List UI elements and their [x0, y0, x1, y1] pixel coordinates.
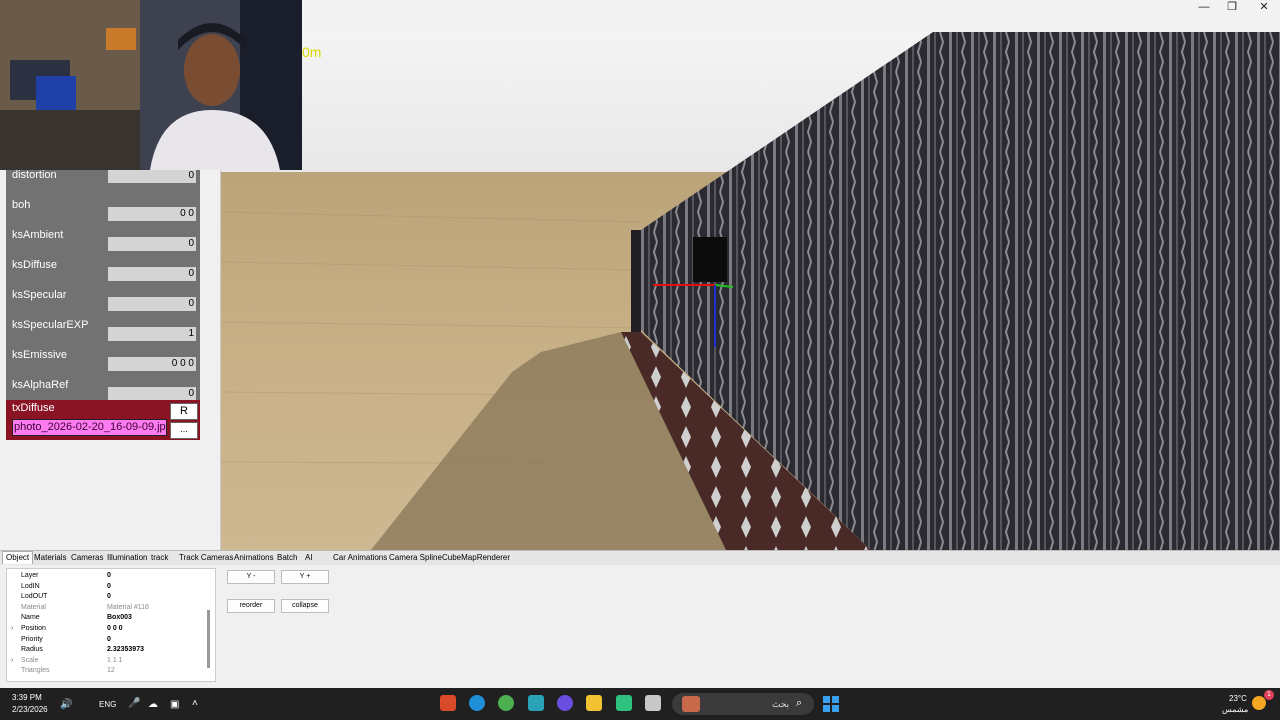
app-icon[interactable] [616, 695, 632, 711]
material-properties: distortion 0 boh 0 0 ksAmbient 0 ksDiffu… [6, 168, 200, 404]
close-button[interactable]: ✕ [1248, 0, 1280, 14]
prop-label: ksSpecular [12, 289, 67, 301]
speaker-icon[interactable]: 🔊 [60, 699, 72, 710]
tab-object[interactable]: Object [2, 551, 34, 564]
prop-label: ksEmissive [12, 349, 68, 361]
notification-badge: 1 [1264, 690, 1274, 700]
windows-start-icon[interactable] [823, 696, 839, 712]
prop-row: distortion 0 [6, 168, 200, 198]
y-plus-button[interactable]: Y + [281, 570, 329, 584]
prop-label: boh [12, 199, 31, 211]
grid-row[interactable]: LodIN 0 [7, 582, 207, 593]
search-icon: ⌕ [796, 697, 803, 709]
tab-animations[interactable]: Animations [234, 552, 274, 564]
prop-value-field[interactable]: 0 [108, 267, 196, 281]
y-minus-button[interactable]: Y - [227, 570, 275, 584]
tab-bar: Object Materials Cameras Illumination tr… [0, 550, 1280, 566]
object-property-grid: Layer 0 LodIN 0 LodOUT 0 Material Materi… [6, 568, 216, 682]
reset-texture-button[interactable]: R [170, 403, 198, 420]
prop-value-field[interactable]: 0 [108, 169, 196, 183]
grid-scrollbar[interactable] [207, 610, 210, 668]
prop-row: ksEmissive 0 0 0 [6, 348, 200, 378]
clock-date[interactable]: 2/23/2026 [12, 705, 48, 714]
weather-desc[interactable]: مشمس [1222, 705, 1248, 714]
grid-row[interactable]: › Position 0 0 0 [7, 624, 207, 635]
prop-row: ksSpecularEXP 1 [6, 318, 200, 348]
grid-row[interactable]: LodOUT 0 [7, 592, 207, 603]
texture-label: txDiffuse [12, 402, 55, 414]
tray-app-icon[interactable]: ▣ [170, 699, 179, 710]
prop-row: boh 0 0 [6, 198, 200, 228]
tab-illumination[interactable]: Illumination [107, 552, 147, 564]
prop-label: ksSpecularEXP [12, 319, 89, 331]
microphone-icon[interactable]: 🎤 [128, 698, 140, 709]
webcam-overlay [0, 0, 302, 170]
collapse-button[interactable]: collapse [281, 599, 329, 613]
grid-row[interactable]: › Scale 1 1 1 [7, 656, 207, 667]
grid-row[interactable]: Material Material #116 [7, 603, 207, 614]
app-icon[interactable] [528, 695, 544, 711]
maximize-button[interactable]: ❐ [1216, 0, 1248, 14]
prop-value-field[interactable]: 0 0 [108, 207, 196, 221]
grid-row[interactable]: Triangles 12 [7, 666, 207, 677]
search-placeholder: بحث [772, 699, 790, 709]
browse-texture-button[interactable]: ... [170, 422, 198, 439]
app-icon[interactable] [440, 695, 456, 711]
taskbar: 3:39 PM 2/23/2026 🔊 ENG 🎤 ☁ ▣ ˄ بحث ⌕ 23… [0, 688, 1280, 720]
prop-label: distortion [12, 169, 57, 181]
search-box[interactable]: بحث ⌕ [672, 693, 814, 715]
edge-icon[interactable] [469, 695, 485, 711]
tab-camera-spline[interactable]: Camera Spline [389, 552, 442, 564]
weather-sun-icon[interactable] [1252, 696, 1266, 710]
prop-value-field[interactable]: 1 [108, 327, 196, 341]
clock-time[interactable]: 3:39 PM [12, 693, 42, 702]
tab-batch[interactable]: Batch [277, 552, 297, 564]
prop-value-field[interactable]: 0 0 0 [108, 357, 196, 371]
prop-value-field[interactable]: 0 [108, 237, 196, 251]
prop-row: ksAmbient 0 [6, 228, 200, 258]
tab-track[interactable]: track [151, 552, 168, 564]
weather-temp[interactable]: 23°C [1229, 694, 1247, 703]
grid-row[interactable]: Layer 0 [7, 571, 207, 582]
prop-row: ksSpecular 0 [6, 288, 200, 318]
texture-slot: txDiffuse R photo_2026-02-20_16-09-09.jp… [6, 400, 200, 440]
tab-ai[interactable]: AI [305, 552, 313, 564]
scene-render [221, 32, 1280, 550]
tab-track-cameras[interactable]: Track Cameras [179, 552, 233, 564]
folder-icon[interactable] [586, 695, 602, 711]
prop-value-field[interactable]: 0 [108, 297, 196, 311]
prop-row: ksDiffuse 0 [6, 258, 200, 288]
distance-label: 0m [302, 44, 322, 60]
3d-viewport[interactable] [221, 32, 1280, 550]
prop-value-field[interactable]: 0 [108, 387, 196, 401]
grid-row[interactable]: Name Box003 [7, 613, 207, 624]
chrome-icon[interactable] [498, 695, 514, 711]
language-indicator[interactable]: ENG [99, 700, 116, 709]
tab-materials[interactable]: Materials [34, 552, 66, 564]
tab-car-animations[interactable]: Car Animations [333, 552, 387, 564]
expand-icon[interactable]: › [11, 656, 13, 666]
prop-label: ksAmbient [12, 229, 64, 241]
tab-cubemaprenderer[interactable]: CubeMapRenderer [442, 552, 510, 564]
app-icon[interactable] [645, 695, 661, 711]
texture-filename-field[interactable]: photo_2026-02-20_16-09-09.jpg [12, 419, 167, 436]
discord-icon[interactable] [557, 695, 573, 711]
prop-label: ksDiffuse [12, 259, 58, 271]
tab-cameras[interactable]: Cameras [71, 552, 103, 564]
prop-label: ksAlphaRef [12, 379, 69, 391]
chevron-up-icon[interactable]: ˄ [192, 698, 198, 709]
grid-row[interactable]: Radius 2.32353973 [7, 645, 207, 656]
expand-icon[interactable]: › [11, 624, 13, 634]
grid-row[interactable]: Priority 0 [7, 635, 207, 646]
onedrive-icon[interactable]: ☁ [148, 699, 158, 710]
search-highlight-icon [682, 696, 700, 712]
reorder-button[interactable]: reorder [227, 599, 275, 613]
